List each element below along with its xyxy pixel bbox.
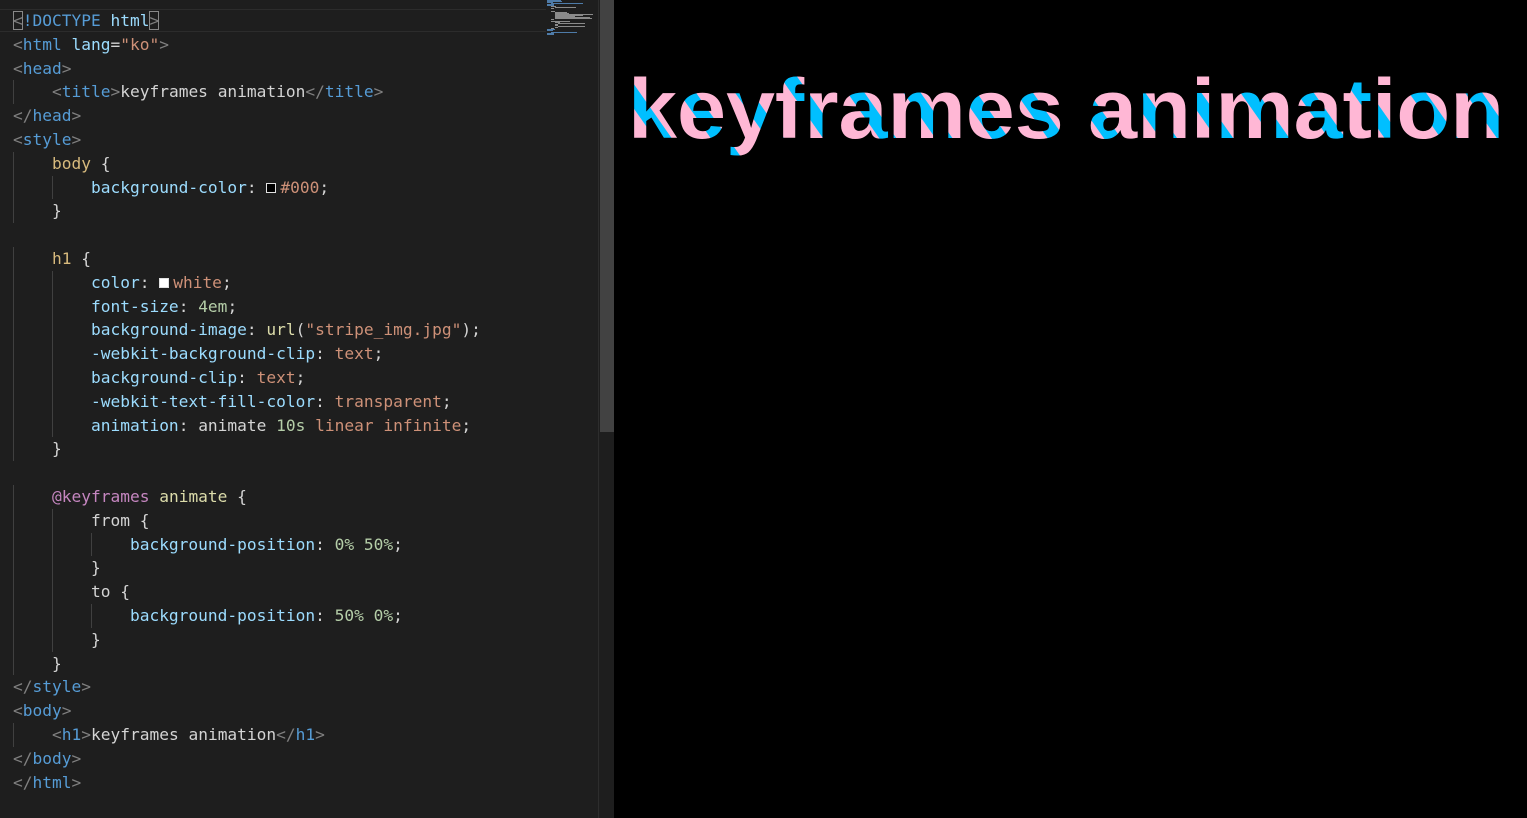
- code-line[interactable]: }: [13, 556, 481, 581]
- code-line[interactable]: }: [13, 199, 481, 224]
- code-line[interactable]: font-size: 4em;: [13, 294, 481, 319]
- minimap-line: [550, 18, 554, 20]
- minimap-line: [558, 26, 585, 28]
- code-line[interactable]: </style>: [13, 675, 481, 699]
- minimap-line: [547, 33, 554, 35]
- code-line[interactable]: from {: [13, 508, 481, 533]
- code-line[interactable]: <style>: [13, 128, 481, 152]
- browser-preview: keyframes animation: [614, 0, 1527, 818]
- code-line[interactable]: background-image: url("stripe_img.jpg");: [13, 318, 481, 343]
- minimap-line: [554, 7, 577, 9]
- preview-heading: keyframes animation: [628, 62, 1504, 156]
- code-line[interactable]: to {: [13, 580, 481, 604]
- code-line[interactable]: }: [13, 437, 481, 462]
- minimap[interactable]: [541, 0, 598, 36]
- code-line[interactable]: <head>: [13, 57, 481, 81]
- code-line[interactable]: [13, 461, 481, 485]
- code-line[interactable]: <body>: [13, 699, 481, 723]
- code-line[interactable]: color: white;: [13, 270, 481, 295]
- code-line[interactable]: h1 {: [13, 246, 481, 271]
- code-line[interactable]: </html>: [13, 771, 481, 795]
- minimap-line: [550, 3, 584, 5]
- preview-heading-svg: keyframes animation: [628, 62, 1504, 156]
- minimap-line: [558, 23, 585, 25]
- code-line[interactable]: </body>: [13, 747, 481, 771]
- code-line[interactable]: }: [13, 627, 481, 652]
- code-line[interactable]: -webkit-text-fill-color: transparent;: [13, 389, 481, 414]
- code-line[interactable]: background-color: #000;: [13, 175, 481, 200]
- code-editor[interactable]: <!DOCTYPE html> <html lang="ko"> <head> <t…: [0, 0, 598, 818]
- split-view: <!DOCTYPE html> <html lang="ko"> <head> <t…: [0, 0, 1527, 818]
- editor-scrollbar[interactable]: [598, 0, 614, 818]
- code-line[interactable]: <h1>keyframes animation</h1>: [13, 722, 481, 747]
- minimap-line: [550, 8, 554, 10]
- code-line[interactable]: body {: [13, 151, 481, 176]
- code-line[interactable]: <html lang="ko">: [13, 33, 481, 57]
- code-line[interactable]: <!DOCTYPE html>: [0, 9, 546, 33]
- code-line[interactable]: background-position: 0% 50%;: [13, 532, 481, 557]
- minimap-line: [554, 27, 558, 29]
- code-line[interactable]: </head>: [13, 104, 481, 128]
- minimap-line: [550, 31, 578, 33]
- code-line[interactable]: @keyframes animate {: [13, 484, 481, 509]
- code-line[interactable]: }: [13, 651, 481, 676]
- code-line[interactable]: -webkit-background-clip: text;: [13, 342, 481, 366]
- code-area[interactable]: <!DOCTYPE html> <html lang="ko"> <head> <t…: [0, 9, 546, 795]
- editor-scrollbar-thumb[interactable]: [600, 0, 614, 432]
- minimap-line: [554, 17, 592, 19]
- code-line[interactable]: <title>keyframes animation</title>: [13, 80, 481, 105]
- code-line[interactable]: animation: animate 10s linear infinite;: [13, 413, 481, 438]
- code-line[interactable]: background-clip: text;: [13, 365, 481, 390]
- code-line[interactable]: background-position: 50% 0%;: [13, 603, 481, 628]
- code-line[interactable]: [13, 223, 481, 247]
